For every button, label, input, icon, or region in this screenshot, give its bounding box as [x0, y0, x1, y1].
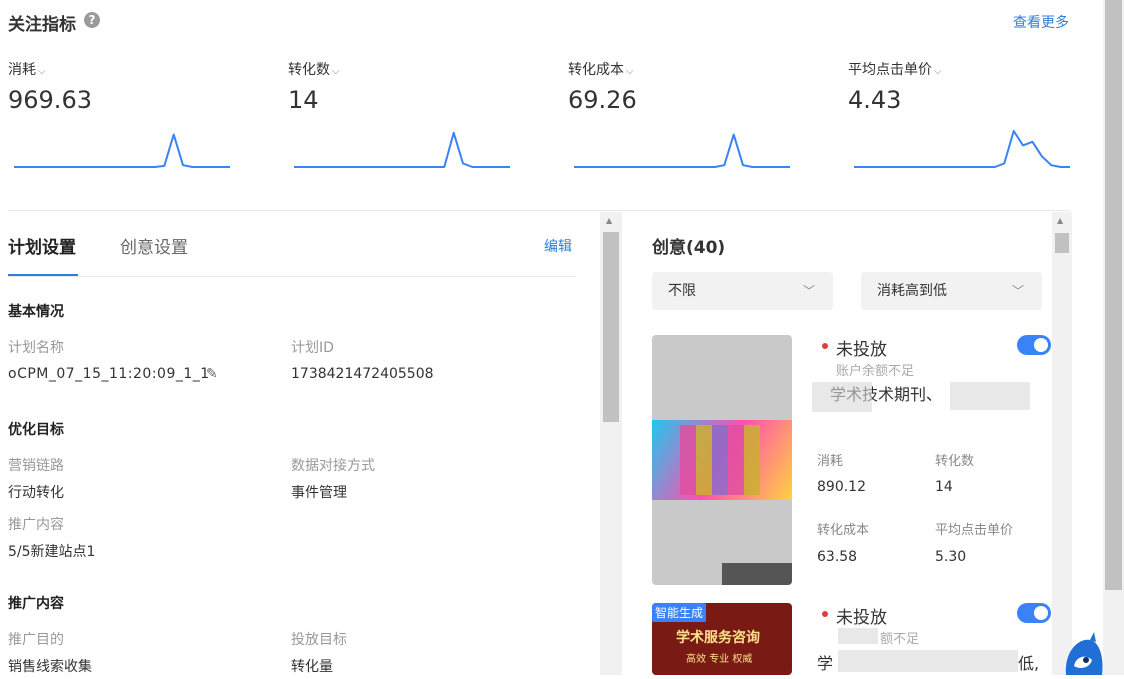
tab-creative-settings[interactable]: 创意设置	[120, 233, 188, 258]
stat-value: 63.58	[817, 549, 858, 565]
chevron-down-icon: ⌵	[626, 66, 634, 77]
mosaic-blur	[950, 382, 1030, 410]
sparkline-path	[854, 130, 1070, 168]
metric-label[interactable]: 消耗 ⌵	[8, 59, 46, 79]
sort-dropdown[interactable]: 消耗高到低 ﹀	[861, 272, 1042, 310]
metric-sparkline	[294, 131, 510, 168]
metric-value: 4.43	[848, 86, 902, 114]
plan-name-label: 计划名称	[8, 340, 64, 356]
creative-warning: 账户余额不足	[836, 364, 915, 379]
plan-name-value: oCPM_07_15_11:20:09_1_1	[8, 366, 210, 382]
assistant-mascot-icon[interactable]	[1060, 632, 1104, 675]
marketing-chain-value: 行动转化	[8, 485, 64, 501]
metric-sparkline	[14, 133, 230, 168]
group-title-optimization: 优化目标	[8, 422, 64, 438]
sparkline-path	[574, 133, 790, 168]
right-scrollbar[interactable]	[1052, 212, 1072, 675]
promo-purpose-label: 推广目的	[8, 632, 64, 648]
status-dot	[822, 611, 828, 617]
edit-pencil-icon[interactable]: ✎	[206, 366, 218, 382]
sort-value: 消耗高到低	[877, 283, 947, 299]
sparkline-path	[294, 131, 510, 168]
scroll-up-arrow-icon[interactable]: ▲	[1057, 216, 1063, 225]
scroll-up-arrow-icon[interactable]: ▲	[606, 216, 612, 225]
mosaic-blur	[680, 425, 760, 495]
data-method-label: 数据对接方式	[291, 458, 375, 474]
metric-label[interactable]: 平均点击单价 ⌵	[848, 59, 942, 79]
chevron-down-icon: ﹀	[802, 284, 815, 298]
metric-sparkline	[854, 130, 1070, 168]
stat-label: 消耗	[817, 454, 844, 469]
see-more-link[interactable]: 查看更多	[1013, 12, 1069, 32]
thumbnail-corner-label	[722, 563, 792, 585]
creative-thumbnail[interactable]: 智能生成 学术服务咨询 高效 专业 权威	[652, 603, 792, 675]
left-scroll-thumb[interactable]	[603, 232, 619, 422]
metric-value: 969.63	[8, 86, 92, 114]
creative-name-end: 低,	[1018, 654, 1040, 673]
tabs-divider	[8, 276, 576, 277]
creative-toggle[interactable]	[1017, 335, 1051, 355]
page-scroll-thumb[interactable]	[1105, 0, 1122, 590]
thumbnail-subline: 高效 专业 权威	[686, 654, 753, 665]
help-icon[interactable]: ?	[84, 12, 100, 28]
marketing-chain-label: 营销链路	[8, 458, 64, 474]
chevron-down-icon: ⌵	[934, 66, 942, 77]
status-filter-value: 不限	[668, 283, 696, 299]
metric-label-text: 平均点击单价	[848, 62, 932, 78]
promo-content-value: 5/5新建站点1	[8, 544, 96, 560]
plan-id-label: 计划ID	[291, 340, 334, 356]
chevron-down-icon: ﹀	[1011, 284, 1024, 298]
chevron-down-icon: ⌵	[38, 66, 46, 77]
creative-toggle[interactable]	[1017, 603, 1051, 623]
edit-link[interactable]: 编辑	[544, 236, 572, 256]
chevron-down-icon: ⌵	[332, 66, 340, 77]
metric-value: 14	[288, 86, 319, 114]
metric-label-text: 消耗	[8, 62, 36, 78]
metric-label[interactable]: 转化数 ⌵	[288, 59, 340, 79]
thumbnail-headline: 学术服务咨询	[676, 630, 760, 646]
promo-purpose-value: 销售线索收集	[8, 659, 92, 675]
mosaic-blur	[838, 628, 878, 644]
stat-label: 平均点击单价	[935, 523, 1014, 538]
plan-id-value: 1738421472405508	[291, 366, 434, 382]
metric-label-text: 转化数	[288, 62, 330, 78]
metric-label[interactable]: 转化成本 ⌵	[568, 59, 634, 79]
metric-value: 69.26	[568, 86, 637, 114]
stat-label: 转化成本	[817, 523, 870, 538]
mosaic-blur	[812, 382, 872, 412]
stat-value: 14	[935, 479, 953, 495]
divider	[8, 210, 1070, 211]
creative-thumbnail[interactable]	[652, 335, 792, 585]
status-filter-dropdown[interactable]: 不限 ﹀	[652, 272, 833, 310]
status-dot	[822, 343, 828, 349]
sparkline-path	[14, 133, 230, 168]
group-title-promotion: 推广内容	[8, 596, 64, 612]
stat-label: 转化数	[935, 454, 975, 469]
creative-name-start: 学	[817, 654, 834, 673]
creative-warning: 额不足	[880, 632, 920, 647]
stat-value: 5.30	[935, 549, 967, 565]
page-title: 关注指标	[8, 15, 76, 35]
creative-title: 创意(40)	[652, 238, 726, 258]
metric-sparkline	[574, 133, 790, 168]
creative-status: 未投放	[836, 608, 887, 628]
mosaic-blur	[838, 650, 1018, 672]
creative-status: 未投放	[836, 340, 887, 360]
ai-generated-badge: 智能生成	[652, 603, 707, 622]
metric-label-text: 转化成本	[568, 62, 624, 78]
delivery-target-label: 投放目标	[291, 632, 347, 648]
data-method-value: 事件管理	[291, 485, 347, 501]
promo-content-label: 推广内容	[8, 517, 64, 533]
group-title-basic: 基本情况	[8, 304, 64, 320]
right-scroll-thumb[interactable]	[1055, 233, 1069, 253]
tab-plan-settings[interactable]: 计划设置	[8, 233, 76, 258]
stat-value: 890.12	[817, 479, 866, 495]
delivery-target-value: 转化量	[291, 659, 333, 675]
